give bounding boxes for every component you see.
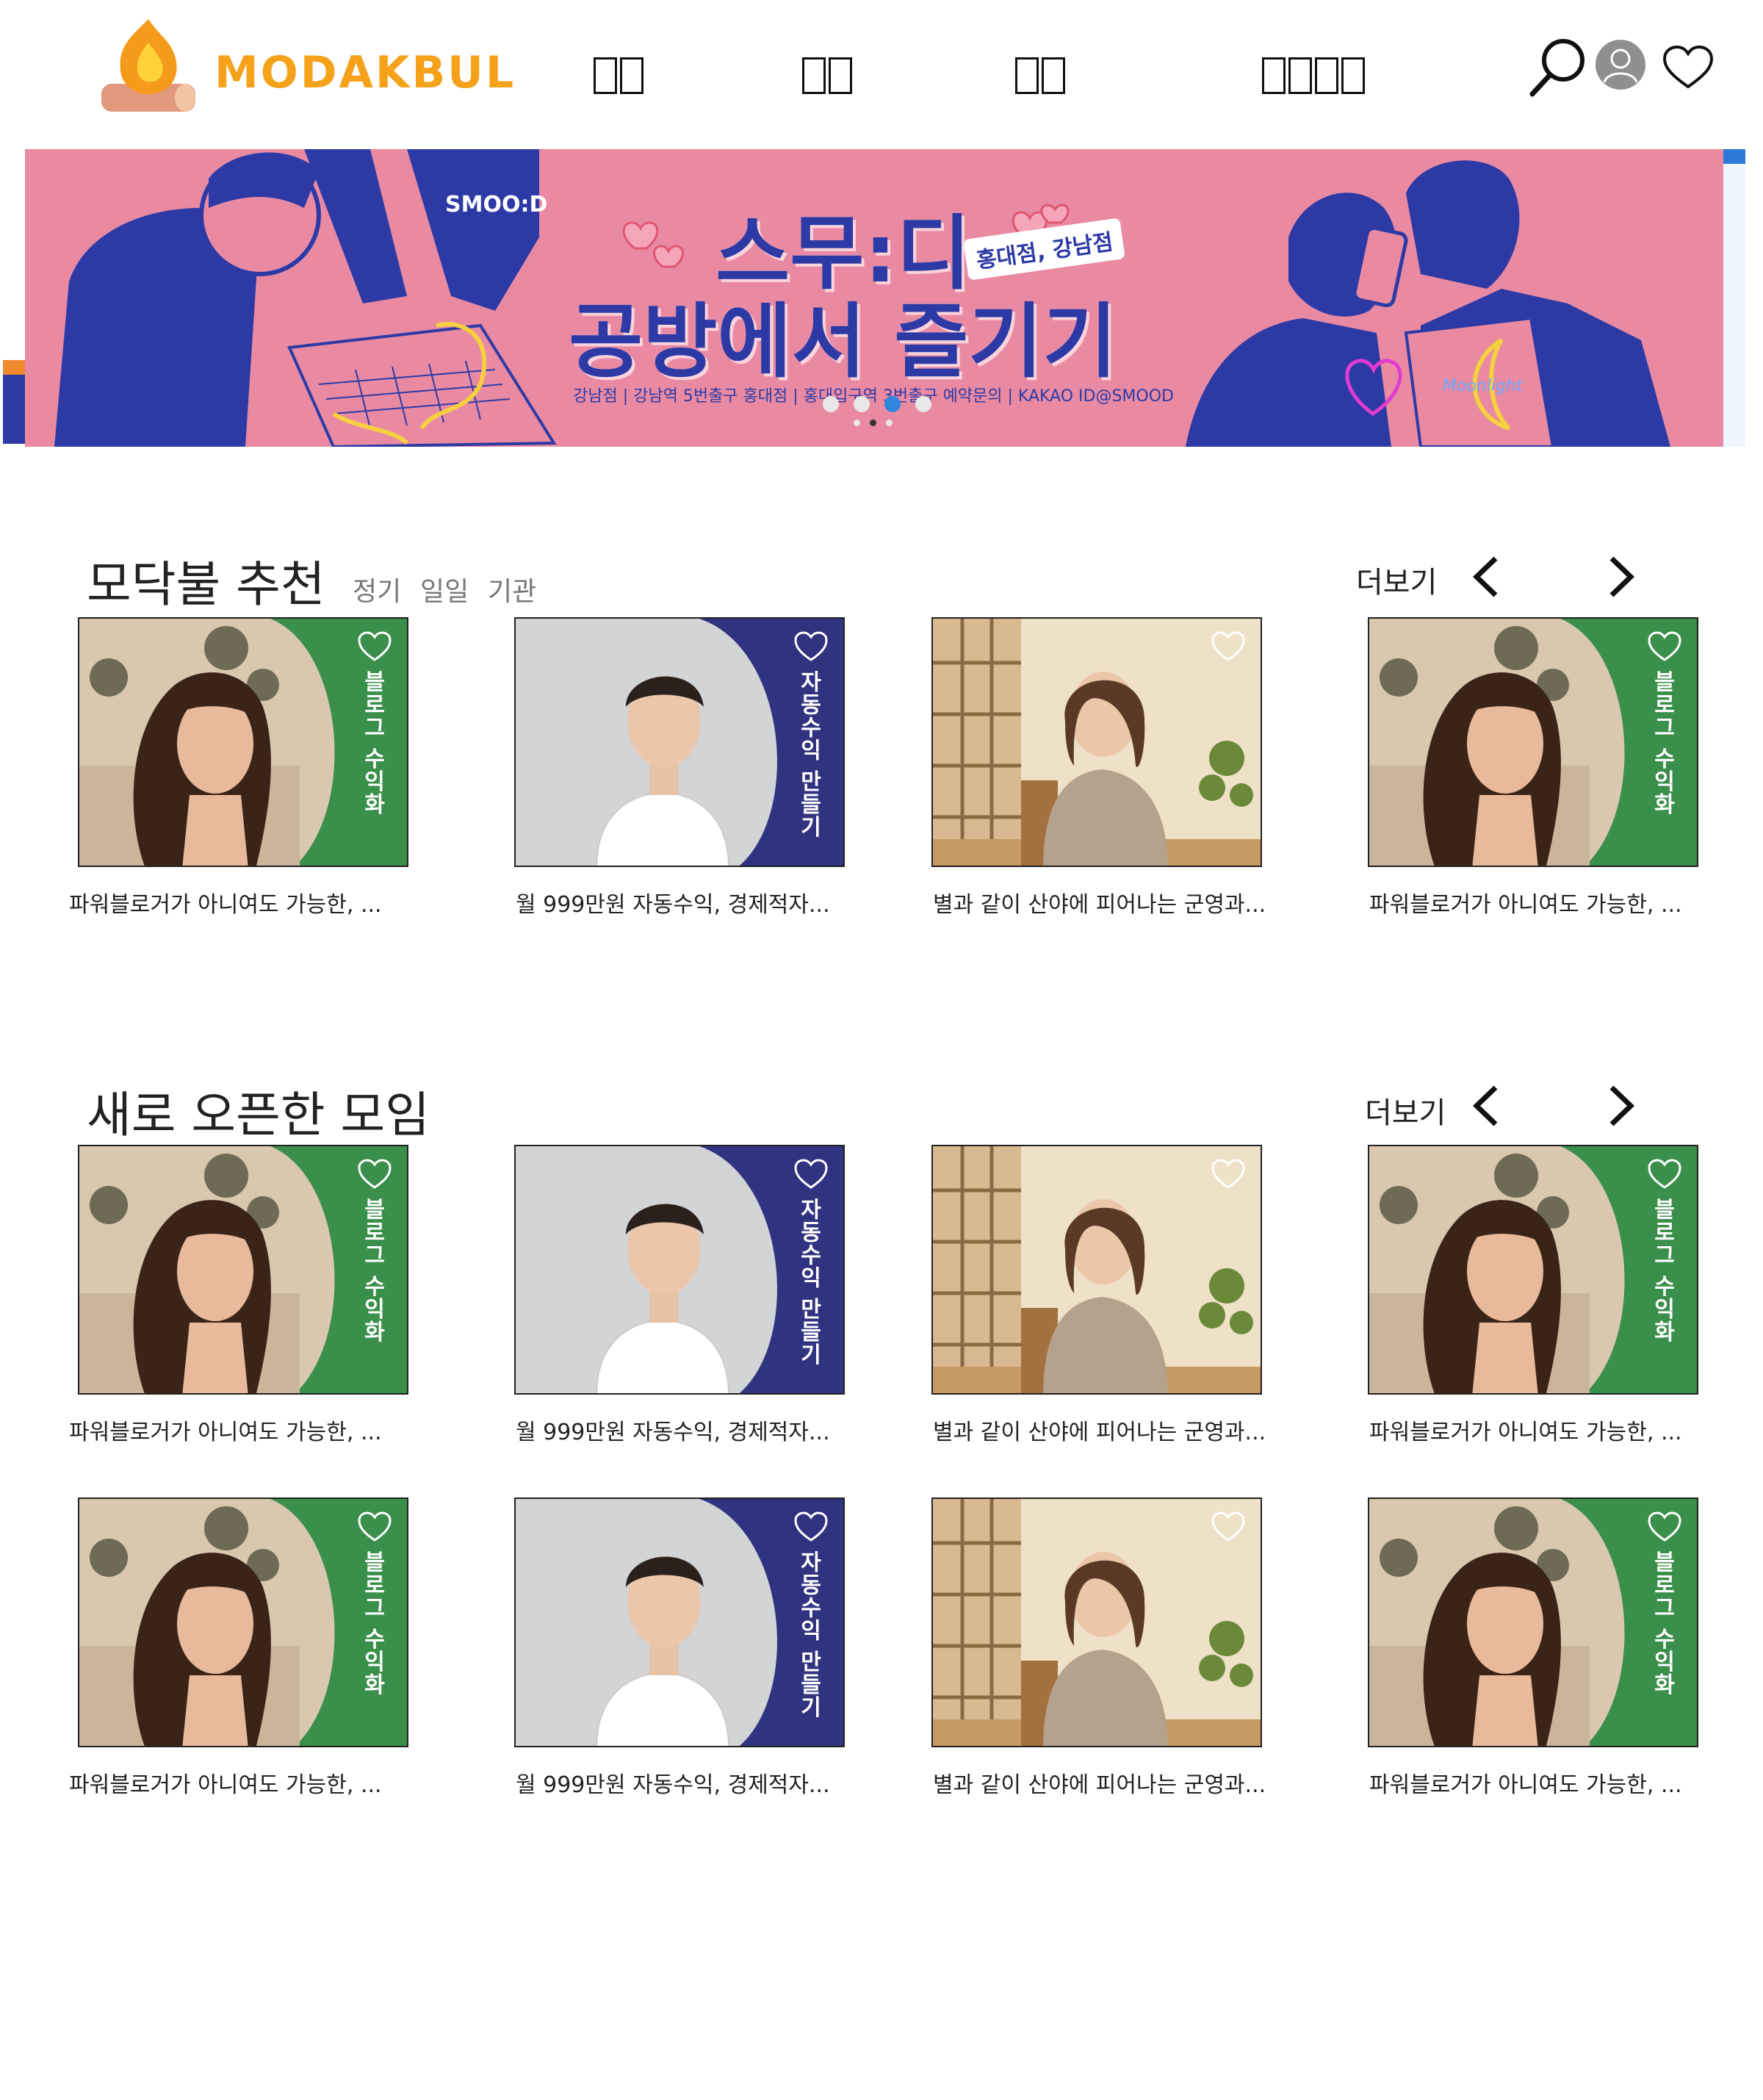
card-vertical-label: 자동수익 만들기: [796, 1198, 821, 1366]
glyph-box-icon: [1341, 57, 1365, 94]
banner-next-peek: [1723, 149, 1745, 447]
carousel-dot-1[interactable]: [823, 396, 839, 412]
heart-icon[interactable]: [793, 630, 829, 663]
filter-oneday[interactable]: 일일: [420, 570, 469, 608]
user-avatar-icon[interactable]: [1594, 38, 1647, 91]
meeting-card-title[interactable]: 별과 같이 산야에 피어나는 군영과...: [933, 1766, 1266, 1799]
banner-info: 강남점 | 강남역 5번출구 홍대점 | 홍대입구역 3번출구 예약문의 | K…: [573, 387, 1174, 406]
heart-icon[interactable]: [1211, 1511, 1246, 1543]
glyph-box-icon: [594, 57, 617, 94]
heart-icon[interactable]: [1211, 1158, 1246, 1190]
card-vertical-label: 블로그 수익화: [1649, 670, 1675, 816]
carousel-dot-3[interactable]: [884, 396, 901, 412]
meeting-card-image[interactable]: 블로그 수익화: [1368, 1497, 1698, 1747]
banner-title-line2: 공방에서 즐기기: [569, 295, 1117, 389]
meeting-card-title[interactable]: 월 999만원 자동수익, 경제적자...: [516, 886, 830, 918]
meeting-card-image[interactable]: 자동수익 만들기: [514, 617, 845, 867]
meeting-card-title[interactable]: 파워블로거가 아니여도 가능한, ...: [69, 1414, 382, 1446]
more-link-recommend[interactable]: 더보기: [1356, 558, 1437, 601]
filter-regular[interactable]: 정기: [353, 570, 401, 608]
glyph-box-icon: [802, 57, 826, 94]
logo-text[interactable]: MODAKBUL: [214, 47, 516, 98]
card-vertical-label: 블로그 수익화: [359, 670, 385, 816]
meeting-card-image[interactable]: [931, 617, 1262, 867]
glyph-box-icon: [1015, 57, 1039, 94]
card-vertical-label: 블로그 수익화: [1649, 1550, 1675, 1696]
card-vertical-label: 블로그 수익화: [1649, 1198, 1675, 1343]
heart-icon[interactable]: [357, 1511, 392, 1543]
meeting-card-image[interactable]: [931, 1497, 1262, 1747]
glyph-box-icon: [620, 57, 643, 94]
search-icon[interactable]: [1526, 35, 1590, 98]
meeting-card-title[interactable]: 파워블로거가 아니여도 가능한, ...: [69, 1766, 382, 1799]
meeting-card-title[interactable]: 파워블로거가 아니여도 가능한, ...: [1369, 1414, 1682, 1446]
banner-script-text: Moonlight: [1443, 377, 1523, 395]
promo-banner[interactable]: SMOO:D 스무:디 공방에서 즐기기 홍대점, 강남점 강남점 | 강남역 …: [25, 149, 1723, 447]
meeting-card-image[interactable]: 블로그 수익화: [1368, 617, 1698, 867]
meeting-card-image[interactable]: 자동수익 만들기: [514, 1497, 845, 1747]
meeting-card-title[interactable]: 파워블로거가 아니여도 가능한, ...: [69, 886, 382, 918]
banner-next-peek-accent: [1723, 149, 1745, 164]
banner-prev-peek-accent: [3, 360, 25, 375]
nav-item-meetings[interactable]: [594, 51, 646, 105]
meeting-card-image[interactable]: 블로그 수익화: [78, 1497, 408, 1747]
section-title-new: 새로 오픈한 모임: [87, 1087, 430, 1143]
chevron-right-icon[interactable]: [1594, 1080, 1645, 1132]
glyph-box-icon: [1288, 57, 1312, 94]
glyph-box-icon: [1315, 57, 1338, 94]
meeting-card-title[interactable]: 파워블로거가 아니여도 가능한, ...: [1369, 886, 1682, 918]
carousel-mini-dot: [886, 420, 893, 426]
heart-icon[interactable]: [1647, 1158, 1682, 1190]
heart-icon[interactable]: [357, 1158, 392, 1190]
heart-icon[interactable]: [1647, 1511, 1682, 1543]
carousel-dot-4[interactable]: [915, 396, 931, 412]
more-link-new[interactable]: 더보기: [1365, 1089, 1446, 1132]
filter-institution[interactable]: 기관: [488, 570, 536, 608]
nav-item-mypage[interactable]: [1262, 51, 1368, 105]
heart-icon[interactable]: [793, 1158, 829, 1190]
heart-icon[interactable]: [1662, 44, 1715, 91]
meeting-card-title[interactable]: 별과 같이 산야에 피어나는 군영과...: [933, 886, 1266, 918]
glyph-box-icon: [1262, 57, 1286, 94]
banner-brand: SMOO:D: [445, 192, 548, 217]
carousel-mini-dot: [854, 420, 860, 426]
carousel-mini-dot: [870, 420, 876, 426]
logo-icon[interactable]: [97, 13, 200, 116]
meeting-card-image[interactable]: 블로그 수익화: [1368, 1145, 1698, 1395]
heart-icon[interactable]: [357, 630, 392, 663]
card-vertical-label: 자동수익 만들기: [796, 670, 821, 838]
meeting-card-image[interactable]: [931, 1145, 1262, 1395]
meeting-card-image[interactable]: 블로그 수익화: [78, 1145, 408, 1395]
meeting-card-image[interactable]: 자동수익 만들기: [514, 1145, 845, 1395]
chevron-right-icon[interactable]: [1594, 551, 1645, 603]
meeting-card-title[interactable]: 월 999만원 자동수익, 경제적자...: [516, 1766, 830, 1799]
chevron-left-icon[interactable]: [1462, 551, 1513, 603]
chevron-left-icon[interactable]: [1462, 1080, 1513, 1132]
glyph-box-icon: [1042, 57, 1065, 94]
card-vertical-label: 블로그 수익화: [359, 1550, 385, 1696]
nav-item-class[interactable]: [802, 51, 855, 105]
heart-icon[interactable]: [1647, 630, 1682, 663]
heart-icon[interactable]: [1211, 630, 1246, 663]
meeting-card-title[interactable]: 별과 같이 산야에 피어나는 군영과...: [933, 1414, 1266, 1446]
nav-item-community[interactable]: [1015, 51, 1068, 105]
meeting-card-image[interactable]: 블로그 수익화: [78, 617, 408, 867]
glyph-box-icon: [829, 57, 852, 94]
card-vertical-label: 자동수익 만들기: [796, 1550, 821, 1719]
section-title-recommend: 모닥불 추천: [87, 556, 325, 613]
card-vertical-label: 블로그 수익화: [359, 1198, 385, 1343]
carousel-dot-2[interactable]: [854, 396, 870, 412]
meeting-card-title[interactable]: 월 999만원 자동수익, 경제적자...: [516, 1414, 830, 1446]
heart-icon[interactable]: [793, 1511, 829, 1543]
meeting-card-title[interactable]: 파워블로거가 아니여도 가능한, ...: [1369, 1766, 1682, 1799]
